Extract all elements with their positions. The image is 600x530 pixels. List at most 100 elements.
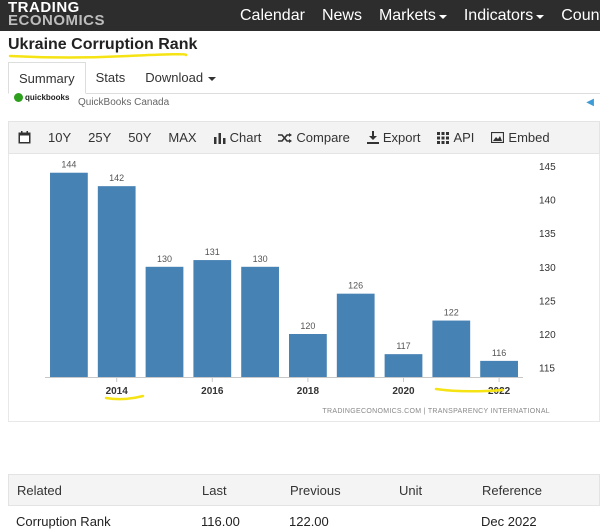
table-row[interactable]: Corruption Rank 116.00 122.00 Dec 2022 [8,506,600,530]
bar-value-label: 116 [492,348,506,358]
range-10y-label: 10Y [48,130,72,145]
nav-countries-label: Countries [561,6,600,24]
y-tick-label: 140 [539,196,556,207]
chart-button[interactable]: Chart [213,130,262,145]
caret-down-icon [208,76,217,81]
cell-reference: Dec 2022 [481,513,537,529]
header-last: Last [202,482,227,498]
ad-banner[interactable]: quickbooks QuickBooks Canada ◀ [8,93,600,112]
bar-value-label: 144 [61,160,76,170]
embed-button-label: Embed [508,130,550,145]
cell-related[interactable]: Corruption Rank [16,514,111,529]
range-max-label: MAX [168,130,197,145]
corruption-rank-bar-chart: 144 142 130 131 130 120 126 117 122 116 2014 2016 2… [45,160,556,415]
tab-stats-label: Stats [95,70,126,85]
range-50y-label: 50Y [128,130,152,145]
api-button-label: API [453,130,475,145]
bar-2016[interactable] [193,260,232,377]
bar-2020[interactable] [384,354,423,377]
tab-summary-label: Summary [19,70,75,86]
bar-2019[interactable] [336,293,375,377]
ad-text: QuickBooks Canada [78,97,170,108]
bar-value-label: 117 [396,341,410,351]
x-tick-label: 2014 [106,386,129,397]
quickbooks-logo-icon [14,93,23,102]
header-previous: Previous [290,482,341,498]
nav-markets[interactable]: Markets [379,7,447,25]
cell-last: 116.00 [201,513,240,529]
x-tick-label: 2018 [297,386,320,397]
bar-2015[interactable] [145,266,184,377]
tab-bar: Summary Stats Download [8,62,600,94]
chart-area: 144 142 130 131 130 120 126 117 122 116 2014 2016 2… [8,154,600,422]
bar-2022[interactable] [480,360,518,377]
compare-button[interactable]: Compare [278,130,350,145]
chart-button-label: Chart [229,130,262,145]
y-tick-label: 135 [539,229,556,240]
tab-summary[interactable]: Summary [8,62,86,94]
range-25y-label: 25Y [88,130,112,145]
tab-download[interactable]: Download [135,62,226,93]
range-10y-button[interactable]: 10Y [48,130,71,145]
bar-2017[interactable] [241,266,279,377]
bar-value-label: 126 [348,281,363,291]
api-button[interactable]: API [437,130,474,145]
x-tick-label: 2020 [392,386,415,397]
main-menu: Calendar News Markets Indicators Countri… [240,0,600,31]
range-50y-button[interactable]: 50Y [128,130,151,145]
bar-value-label: 130 [157,254,172,264]
x-tick-label: 2016 [201,386,224,397]
highlight-underline-title [8,52,188,59]
caret-down-icon [536,14,545,19]
range-max-button[interactable]: MAX [168,130,196,145]
download-icon [366,131,379,144]
nav-calendar[interactable]: Calendar [240,7,305,25]
header-unit: Unit [399,482,423,498]
shuffle-icon [278,132,293,143]
related-table: Related Last Previous Unit Reference Cor… [8,474,600,530]
compare-button-label: Compare [296,130,350,145]
header-reference: Reference [482,482,542,498]
bar-2014[interactable] [97,186,136,377]
nav-news-label: News [321,6,362,24]
image-icon [491,132,505,143]
bar-value-label: 122 [444,308,459,318]
bar-value-label: 142 [109,173,124,183]
cell-previous: 122.00 [289,513,329,529]
range-25y-button[interactable]: 25Y [88,130,111,145]
tab-download-label: Download [145,70,204,85]
export-button-label: Export [382,130,421,145]
tab-stats[interactable]: Stats [86,62,136,93]
nav-indicators[interactable]: Indicators [463,6,545,25]
ad-brand: quickbooks [25,93,70,102]
brand-logo[interactable]: TRADING ECONOMICS [8,0,106,29]
calendar-icon[interactable] [18,131,31,144]
export-button[interactable]: Export [366,130,421,145]
bar-value-label: 120 [300,321,315,331]
bar-value-label: 131 [205,247,220,257]
ad-logo: quickbooks [14,93,69,102]
bar-2018[interactable] [289,333,327,377]
nav-markets-label: Markets [378,6,436,24]
bar-2021[interactable] [432,320,471,377]
bar-value-label: 130 [253,254,268,264]
chart-credit: TRADINGECONOMICS.COM | TRANSPARENCY INTE… [322,408,550,415]
bar-chart-icon [213,132,226,144]
y-tick-label: 120 [539,330,556,341]
y-tick-label: 125 [539,296,556,307]
bar-2013[interactable] [50,172,88,377]
ad-choices-icon[interactable]: ◀ [586,97,594,108]
nav-news[interactable]: News [322,7,362,25]
table-header: Related Last Previous Unit Reference [8,474,600,506]
embed-button[interactable]: Embed [491,130,550,145]
brand-line-2: ECONOMICS [8,12,106,29]
nav-calendar-label: Calendar [240,6,305,24]
nav-indicators-label: Indicators [463,6,534,24]
nav-countries[interactable]: Countries [561,7,600,25]
chart-toolbar: 10Y 25Y 50Y MAX Chart Compare Export API… [8,121,600,154]
grid-icon [437,131,450,144]
y-tick-label: 145 [539,162,556,173]
y-tick-label: 115 [539,364,555,375]
header-related: Related [17,482,62,498]
caret-down-icon [438,14,447,19]
